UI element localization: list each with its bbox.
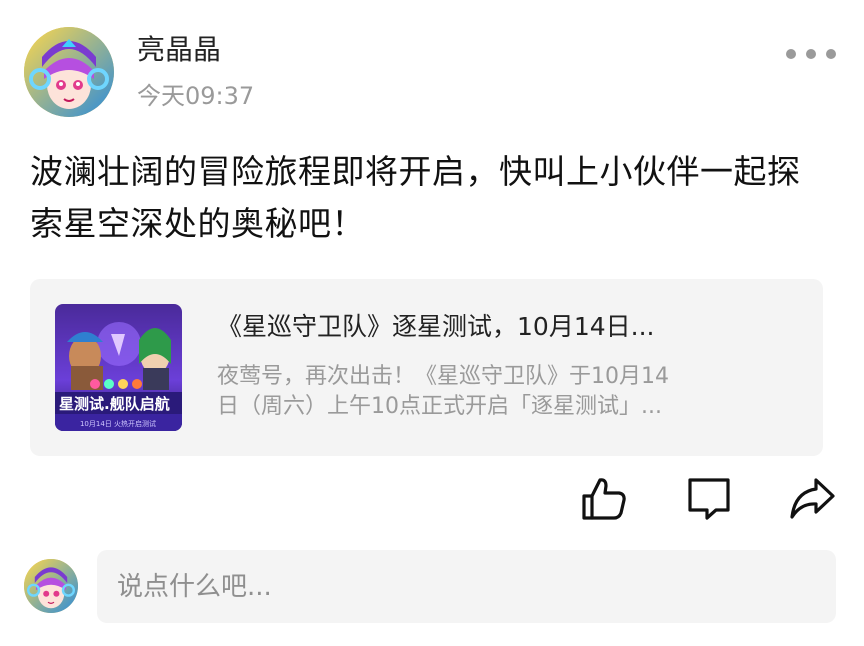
article-summary-line: 夜莺号，再次出击！《星巡守卫队》于10月14 xyxy=(217,364,669,389)
share-icon xyxy=(790,478,835,519)
share-button[interactable] xyxy=(788,474,836,522)
thumbs-up-icon xyxy=(582,478,626,520)
avatar-image xyxy=(24,559,78,613)
more-dots-icon xyxy=(786,49,796,59)
comment-button[interactable] xyxy=(685,474,733,522)
article-thumbnail: 星测试.舰队启航 10月14日 火热开启测试 xyxy=(55,304,182,431)
thumbnail-banner-text: 星测试.舰队启航 xyxy=(59,395,170,413)
avatar-image xyxy=(24,27,114,117)
author-avatar[interactable] xyxy=(24,27,114,117)
article-summary: 夜莺号，再次出击！《星巡守卫队》于10月14 日（周六）上午10点正式开启「逐星… xyxy=(217,362,737,422)
current-user-avatar[interactable] xyxy=(24,559,78,613)
comment-icon xyxy=(688,478,730,520)
thumbnail-subtext: 10月14日 火热开启测试 xyxy=(80,419,156,428)
author-name[interactable]: 亮晶晶 xyxy=(137,32,221,68)
post-body-text: 波澜壮阔的冒险旅程即将开启，快叫上小伙伴一起探索星空深处的奥秘吧！ xyxy=(30,152,801,243)
more-dots-icon xyxy=(806,49,816,59)
article-title: 《星巡守卫队》逐星测试，10月14日... xyxy=(217,312,655,341)
comment-input[interactable] xyxy=(97,550,836,623)
more-dots-icon xyxy=(826,49,836,59)
more-options-button[interactable] xyxy=(786,40,836,68)
article-summary-line: 日（周六）上午10点正式开启「逐星测试」... xyxy=(217,394,662,419)
linked-article-card[interactable]: 星测试.舰队启航 10月14日 火热开启测试 《星巡守卫队》逐星测试，10月14… xyxy=(30,279,823,456)
post-timestamp: 今天09:37 xyxy=(137,82,255,110)
like-button[interactable] xyxy=(580,474,628,522)
